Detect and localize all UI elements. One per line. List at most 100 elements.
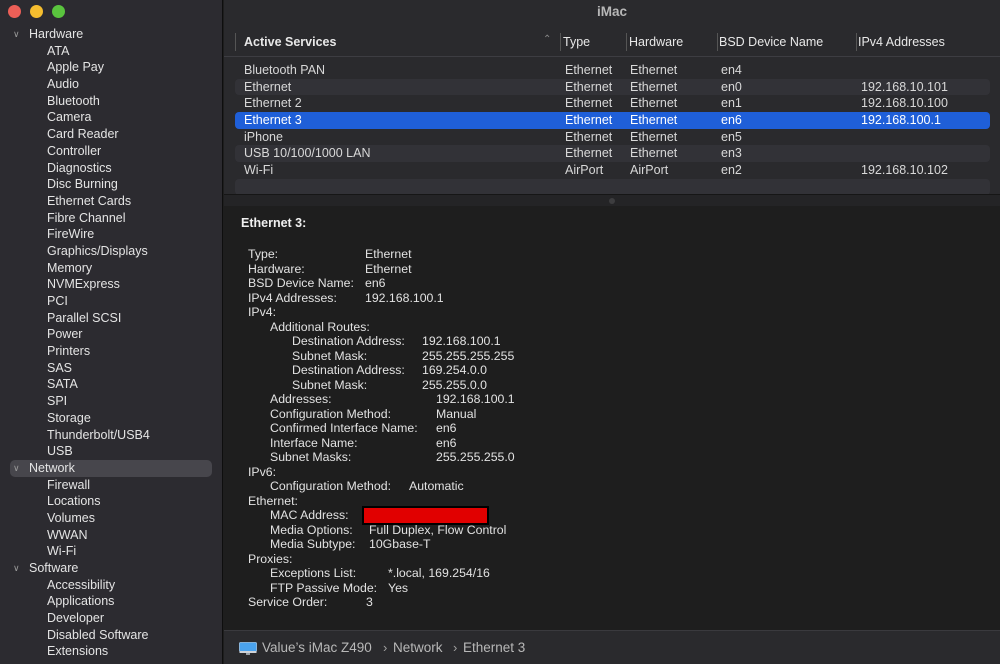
cell-active-service: Ethernet [244,79,292,94]
sidebar-item-wi-fi[interactable]: Wi-Fi [0,543,222,560]
breadcrumb-ethernet-3[interactable]: Ethernet 3 [463,640,525,655]
cell-hardware: AirPort [630,163,669,178]
chevron-down-icon[interactable]: ∨ [13,26,25,43]
sidebar-group-label: Software [29,561,79,575]
detail-value: 255.255.0.0 [422,377,487,392]
table-row[interactable]: Ethernet 3 Ethernet Ethernet en6 192.168.100… [235,112,990,129]
cell-bsd-device-name: en0 [721,79,742,94]
sidebar-item-power[interactable]: Power [0,326,222,343]
sidebar-item-extensions[interactable]: Extensions [0,643,222,660]
cell-bsd-device-name: en5 [721,129,742,144]
cell-ipv4-address: 192.168.10.102 [861,163,948,178]
sidebar-item-card-reader[interactable]: Card Reader [0,126,222,143]
sidebar-item-usb[interactable]: USB [0,443,222,460]
sidebar-item-locations[interactable]: Locations [0,493,222,510]
sidebar-group-network[interactable]: ∨ Network [0,459,222,477]
sidebar-item-label: Power [47,327,83,342]
sidebar-item-nvmexpress[interactable]: NVMExpress [0,276,222,293]
sidebar-item-accessibility[interactable]: Accessibility [0,577,222,594]
column-separator[interactable] [235,33,236,51]
sidebar-item-apple-pay[interactable]: Apple Pay [0,59,222,76]
sidebar-item-disc-burning[interactable]: Disc Burning [0,176,222,193]
cell-hardware: Ethernet [630,129,678,144]
sidebar-item-storage[interactable]: Storage [0,410,222,427]
detail-key: Configuration Method: [270,406,391,421]
sidebar-item-thunderbolt-usb4[interactable]: Thunderbolt/USB4 [0,427,222,444]
sidebar-item-pci[interactable]: PCI [0,293,222,310]
detail-key: IPv4: [248,305,277,319]
sidebar-group-hardware[interactable]: ∨ Hardware [0,26,222,43]
divider-handle[interactable] [609,198,615,204]
zoom-button[interactable] [52,5,65,18]
cell-active-service: Ethernet 3 [244,113,302,128]
sidebar-item-sas[interactable]: SAS [0,360,222,377]
column-separator[interactable] [626,33,627,51]
split-view-divider[interactable] [224,194,1000,206]
column-header-type[interactable]: Type [563,34,590,51]
table-row[interactable]: Ethernet 2 Ethernet Ethernet en1 192.168.10.… [235,95,990,112]
sidebar-item-ata[interactable]: ATA [0,43,222,60]
detail-value: 3 [366,595,373,609]
chevron-down-icon[interactable]: ∨ [13,460,25,477]
sidebar-item-spi[interactable]: SPI [0,393,222,410]
sidebar-item-parallel-scsi[interactable]: Parallel SCSI [0,310,222,327]
chevron-down-icon[interactable]: ∨ [13,560,25,577]
sidebar-item-label: Developer [47,611,104,626]
window-controls [8,5,65,18]
close-button[interactable] [8,5,21,18]
sidebar-item-developer[interactable]: Developer [0,610,222,627]
table-row[interactable]: USB 10/100/1000 LAN Ethernet Ethernet en3 [235,145,990,163]
detail-key: Addresses: [270,392,332,406]
sidebar-item-firewall[interactable]: Firewall [0,477,222,494]
sidebar-item-camera[interactable]: Camera [0,109,222,126]
sidebar-item-bluetooth[interactable]: Bluetooth [0,93,222,110]
cell-active-service: USB 10/100/1000 LAN [244,146,371,161]
sidebar-item-label: ATA [47,43,70,58]
sidebar-item-firewire[interactable]: FireWire [0,226,222,243]
detail-value: *.local, 169.254/16 [388,566,490,580]
table-row[interactable]: Ethernet Ethernet Ethernet en0 192.168.10.10… [235,78,990,96]
sidebar-item-controller[interactable]: Controller [0,143,222,160]
sidebar-item-ethernet-cards[interactable]: Ethernet Cards [0,193,222,210]
sidebar-item-label: SAS [47,360,73,375]
minimize-button[interactable] [30,5,43,18]
column-separator[interactable] [856,33,857,51]
column-header-ipv4-addresses[interactable]: IPv4 Addresses [858,34,945,51]
sidebar-item-diagnostics[interactable]: Diagnostics [0,160,222,177]
breadcrumb-network[interactable]: Network [393,640,443,655]
sidebar-item-graphics-displays[interactable]: Graphics/Displays [0,243,222,260]
column-separator[interactable] [560,33,561,51]
sidebar-item-disabled-software[interactable]: Disabled Software [0,627,222,644]
sidebar-item-label: SPI [47,394,68,409]
table-row[interactable]: Bluetooth PAN Ethernet Ethernet en4 [235,62,990,79]
detail-value: 169.254.0.0 [422,363,487,377]
table-row[interactable]: iPhone Ethernet Ethernet en5 [235,129,990,146]
sidebar-item-memory[interactable]: Memory [0,260,222,277]
sidebar-item-label: SATA [47,377,78,392]
cell-bsd-device-name: en3 [721,146,742,161]
sidebar-item-audio[interactable]: Audio [0,76,222,93]
table-row[interactable]: Wi-Fi AirPort AirPort en2 192.168.10.102 [235,162,990,179]
sidebar-group-software[interactable]: ∨ Software [0,560,222,577]
sidebar-item-label: Extensions [47,644,109,659]
sidebar-item-volumes[interactable]: Volumes [0,510,222,527]
sidebar-item-label: Locations [47,494,101,509]
imac-icon [239,642,257,655]
sidebar-item-fibre-channel[interactable]: Fibre Channel [0,210,222,227]
column-header-active-services[interactable]: Active Services [244,34,336,51]
sidebar-item-label: Diagnostics [47,160,112,175]
services-table: Active Services ⌃ Type Hardware BSD Devi… [224,28,1000,195]
breadcrumb-computer[interactable]: Value’s iMac Z490 [262,640,372,655]
sidebar-item-sata[interactable]: SATA [0,376,222,393]
sidebar-item-applications[interactable]: Applications [0,593,222,610]
detail-key: Exceptions List: [270,566,357,580]
sidebar-item-printers[interactable]: Printers [0,343,222,360]
column-header-hardware[interactable]: Hardware [629,34,683,51]
detail-key: Confirmed Interface Name: [270,421,418,435]
column-header-bsd-device-name[interactable]: BSD Device Name [719,34,823,51]
sidebar-item-wwan[interactable]: WWAN [0,527,222,544]
cell-active-service: Ethernet 2 [244,96,302,111]
column-separator[interactable] [717,33,718,51]
cell-type: Ethernet [565,96,613,111]
cell-type: Ethernet [565,113,613,128]
